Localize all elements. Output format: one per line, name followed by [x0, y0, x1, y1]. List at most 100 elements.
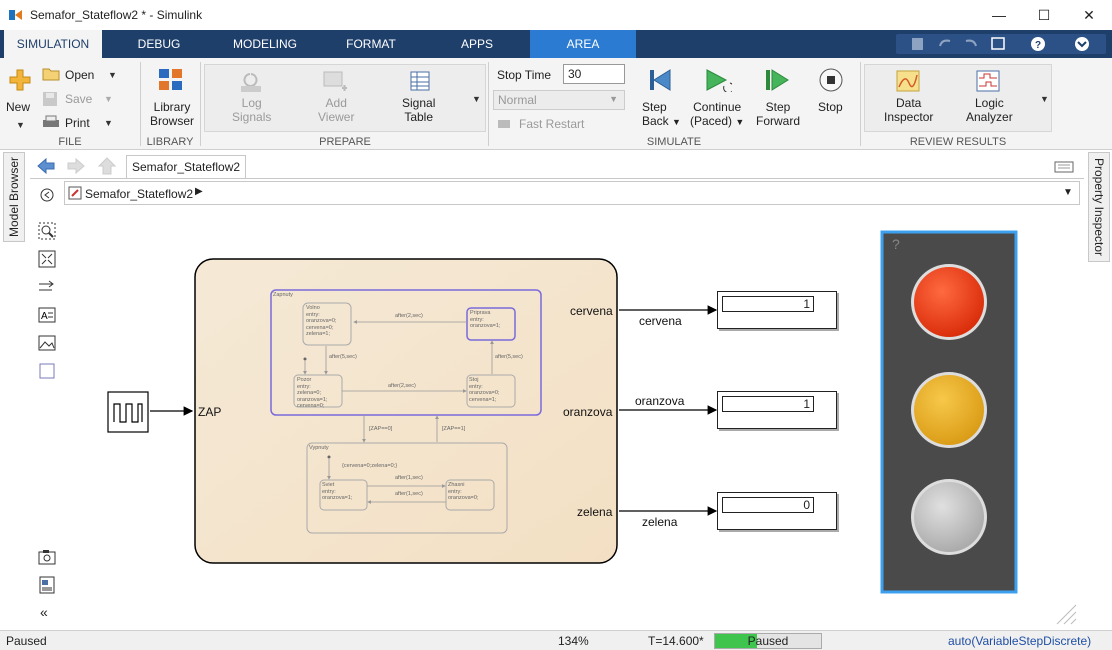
redo-icon[interactable]	[965, 39, 977, 47]
collapse-ribbon-icon[interactable]	[1075, 37, 1089, 51]
logic-analyzer-icon	[976, 70, 1000, 92]
review-section-title: REVIEW RESULTS	[909, 136, 1007, 148]
area-icon[interactable]	[38, 362, 56, 380]
tab-format[interactable]: FORMAT	[330, 30, 412, 58]
simulation-mode-select[interactable]: Normal ▼	[493, 90, 625, 110]
up-arrow-icon[interactable]	[98, 157, 116, 175]
state-text-zhasni: Zhasni entry: oranzova=0;	[448, 482, 479, 501]
editor-nav-bar: Semafor_Stateflow2	[30, 155, 1084, 179]
red-lamp	[914, 267, 984, 337]
stop-time-input[interactable]: 30	[563, 64, 625, 84]
output-port-cervena: cervena	[570, 304, 613, 318]
transition-label: after(2,sec)	[388, 383, 416, 389]
tab-model-semafor[interactable]: Semafor_Stateflow2	[126, 155, 246, 179]
line-label-oranzova: oranzova	[635, 394, 685, 408]
log-signals-button[interactable]: Log Signals	[232, 96, 271, 124]
simulation-progress-bar: Paused	[714, 633, 822, 649]
fit-to-view-icon[interactable]	[38, 250, 56, 268]
forward-arrow-icon[interactable]	[66, 157, 86, 175]
stop-time-label: Stop Time	[497, 68, 552, 82]
pulse-generator-block[interactable]	[107, 391, 149, 433]
model-browser-tab[interactable]: Model Browser	[3, 152, 25, 242]
green-lamp-off	[914, 482, 984, 552]
zoom-icon[interactable]	[38, 222, 56, 240]
keyboard-icon[interactable]	[1054, 161, 1074, 173]
status-text: Paused	[6, 634, 47, 648]
state-text-priprava: Priprava entry: oranzova=1;	[470, 310, 501, 329]
display-block-zelena[interactable]: 0	[717, 492, 837, 530]
left-palette: A «	[30, 178, 64, 628]
screenshot-icon[interactable]	[38, 548, 56, 566]
help-icon[interactable]: ?	[892, 236, 900, 252]
input-port-label: ZAP	[198, 405, 222, 419]
transition-label: after(1,sec)	[395, 475, 423, 481]
tab-simulation[interactable]: SIMULATION	[4, 30, 102, 58]
window-title: Semafor_Stateflow2 * - Simulink	[30, 8, 203, 22]
save-icon[interactable]	[912, 38, 923, 50]
image-icon[interactable]	[38, 334, 56, 352]
step-back-icon	[650, 69, 671, 91]
tab-apps[interactable]: APPS	[446, 30, 508, 58]
continue-paced-button[interactable]: Continue (Paced) ▼	[690, 100, 744, 128]
open-icon	[42, 68, 60, 81]
library-browser-button[interactable]: Library Browser	[150, 100, 194, 128]
new-button[interactable]: New	[6, 100, 30, 114]
fast-restart-button[interactable]: Fast Restart	[519, 117, 584, 131]
route-lines-icon[interactable]	[38, 278, 56, 296]
logic-analyzer-button[interactable]: Logic Analyzer	[966, 96, 1013, 124]
display-block-cervena[interactable]: 1	[717, 291, 837, 329]
file-section-title: FILE	[58, 136, 82, 148]
transition-label: after(2,sec)	[395, 313, 423, 319]
breadcrumb-item-model[interactable]: Semafor_Stateflow2	[85, 187, 193, 201]
transition-label: [ZAP==1]	[442, 426, 466, 432]
print-button[interactable]: Print	[65, 116, 90, 130]
signal-table-button[interactable]: Signal Table	[402, 96, 435, 124]
stop-button[interactable]: Stop	[818, 100, 843, 114]
state-label-zapnuty: Zapnuty	[273, 292, 293, 298]
ribbon-tabs: SIMULATION DEBUG MODELING FORMAT APPS AR…	[0, 30, 1112, 58]
model-canvas[interactable]: ZAP cervena cervena oranzova oranzova ze…	[64, 206, 1080, 628]
solver-link[interactable]: auto(VariableStepDiscrete)	[948, 634, 1091, 648]
log-signals-icon	[241, 73, 261, 92]
back-arrow-icon[interactable]	[36, 157, 56, 175]
save-button[interactable]: Save	[65, 92, 92, 106]
state-text-pozor: Pozor entry: zelena=0; oranzova=1; cervena=0…	[297, 377, 328, 409]
signal-table-icon	[410, 71, 430, 91]
hide-show-browser-icon[interactable]	[38, 186, 56, 204]
breadcrumb-chevron-icon[interactable]: ▶	[195, 186, 203, 197]
add-viewer-button[interactable]: Add Viewer	[318, 96, 354, 124]
display-block-oranzova[interactable]: 1	[717, 391, 837, 429]
continue-paced-icon	[706, 69, 732, 92]
status-bar: Paused 134% T=14.600* Paused auto(Variab…	[0, 630, 1112, 650]
amber-lamp	[914, 375, 984, 445]
zoom-level[interactable]: 134%	[558, 634, 589, 648]
open-button[interactable]: Open	[65, 68, 94, 82]
report-icon[interactable]	[38, 576, 56, 594]
stateflow-chart-block[interactable]	[194, 258, 618, 564]
tab-modeling[interactable]: MODELING	[220, 30, 310, 58]
maximize-button[interactable]: ☐	[1021, 0, 1067, 30]
close-button[interactable]: ✕	[1066, 0, 1112, 30]
minimize-button[interactable]: —	[976, 0, 1022, 30]
tab-area[interactable]: AREA	[530, 30, 636, 58]
undo-icon[interactable]	[939, 39, 951, 47]
annotation-icon[interactable]: A	[38, 306, 56, 324]
breadcrumb: Semafor_Stateflow2 ▶ ▼	[64, 181, 1080, 205]
screenshot-icon[interactable]	[991, 37, 1005, 50]
property-inspector-tab[interactable]: Property Inspector	[1088, 152, 1110, 262]
simulation-time: T=14.600*	[648, 634, 704, 648]
svg-text:?: ?	[1035, 40, 1041, 51]
fast-restart-icon	[498, 120, 510, 128]
transition-label: after(5,sec)	[495, 354, 523, 360]
state-label-vypnuty: Vypnuty	[309, 445, 329, 451]
prepare-section-title: PREPARE	[319, 136, 371, 148]
step-back-button[interactable]: Step Back ▼	[642, 100, 681, 128]
line-label-zelena: zelena	[642, 515, 678, 529]
step-forward-icon	[766, 69, 789, 91]
quick-access-toolbar: ?	[896, 34, 1106, 54]
data-inspector-button[interactable]: Data Inspector	[884, 96, 933, 124]
breadcrumb-dropdown-icon[interactable]: ▼	[1063, 187, 1073, 198]
collapse-palette-icon[interactable]: «	[40, 604, 48, 620]
step-forward-button[interactable]: Step Forward	[756, 100, 800, 128]
tab-debug[interactable]: DEBUG	[112, 30, 206, 58]
